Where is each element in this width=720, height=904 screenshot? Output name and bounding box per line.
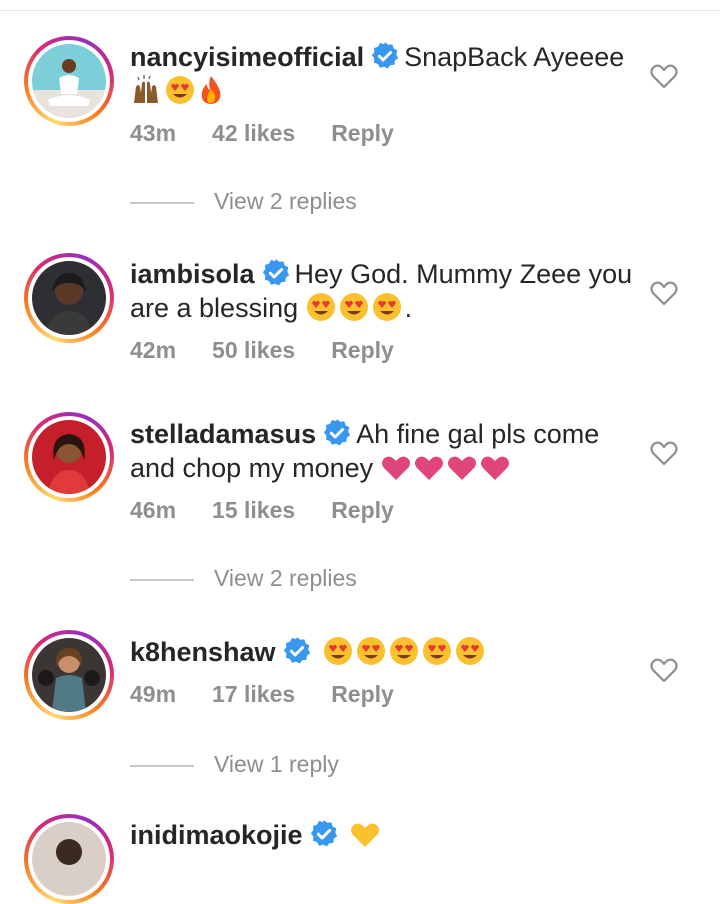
likes-count[interactable]: 15 likes — [212, 497, 295, 523]
comment-meta: 49m 17 likes Reply — [130, 681, 430, 708]
heart-eyes-emoji — [324, 637, 353, 665]
pink-heart-emoji — [447, 456, 476, 480]
view-replies-label: View 1 reply — [214, 751, 339, 777]
pink-heart-emoji — [414, 456, 443, 480]
verified-badge-icon — [323, 419, 351, 446]
likes-count[interactable]: 42 likes — [212, 120, 295, 146]
heart-eyes-emoji — [456, 637, 485, 665]
view-replies-label: View 2 replies — [214, 188, 357, 214]
comment-suffix: . — [404, 293, 413, 323]
comment-text: inidimaokojie — [130, 818, 640, 852]
view-replies-button[interactable]: View 2 replies — [130, 188, 357, 215]
comment-time: 49m — [130, 681, 177, 707]
divider-dash — [130, 764, 194, 767]
view-replies-button[interactable]: View 2 replies — [130, 565, 357, 592]
reply-button[interactable]: Reply — [331, 337, 394, 363]
reply-button[interactable]: Reply — [331, 681, 394, 707]
username[interactable]: iambisola — [130, 259, 255, 289]
username[interactable]: stelladamasus — [130, 419, 316, 449]
comment-body: SnapBack Ayeeee — [404, 42, 625, 72]
avatar[interactable] — [24, 412, 114, 502]
heart-eyes-emoji — [339, 293, 368, 321]
comment-meta: 43m 42 likes Reply — [130, 120, 430, 147]
comment-text: nancyisimeofficial SnapBack Ayeeee — [130, 40, 640, 108]
reply-button[interactable]: Reply — [331, 120, 394, 146]
username[interactable]: inidimaokojie — [130, 820, 303, 850]
comment-meta: 42m 50 likes Reply — [130, 337, 430, 364]
top-divider — [0, 10, 720, 11]
reply-button[interactable]: Reply — [331, 497, 394, 523]
heart-outline-icon[interactable] — [650, 657, 678, 683]
verified-badge-icon — [262, 259, 289, 286]
heart-outline-icon[interactable] — [650, 63, 678, 89]
heart-eyes-emoji — [166, 76, 194, 104]
yellow-heart-emoji — [351, 823, 380, 847]
heart-outline-icon[interactable] — [650, 440, 678, 466]
heart-eyes-emoji — [423, 637, 452, 665]
raised-hands-emoji — [134, 75, 158, 103]
comment-text: k8henshaw — [130, 635, 640, 669]
divider-dash — [130, 201, 194, 204]
avatar[interactable] — [24, 253, 114, 343]
avatar[interactable] — [24, 630, 114, 720]
verified-badge-icon — [283, 637, 310, 664]
username[interactable]: nancyisimeofficial — [130, 42, 364, 72]
username[interactable]: k8henshaw — [130, 637, 276, 667]
comment-time: 42m — [130, 337, 177, 363]
view-replies-button[interactable]: View 1 reply — [130, 751, 339, 778]
avatar[interactable] — [24, 814, 114, 904]
likes-count[interactable]: 17 likes — [212, 681, 295, 707]
fire-emoji — [201, 76, 221, 104]
comment-text: stelladamasus Ah fine gal pls come and ch… — [130, 417, 640, 485]
avatar[interactable] — [24, 36, 114, 126]
heart-eyes-emoji — [357, 637, 386, 665]
view-replies-label: View 2 replies — [214, 565, 357, 591]
likes-count[interactable]: 50 likes — [212, 337, 295, 363]
heart-eyes-emoji — [372, 293, 401, 321]
comment-time: 43m — [130, 120, 177, 146]
pink-heart-emoji — [381, 456, 410, 480]
heart-eyes-emoji — [390, 637, 419, 665]
divider-dash — [130, 578, 194, 581]
comment-text: iambisola Hey God. Mummy Zeee you are a b… — [130, 257, 640, 325]
pink-heart-emoji — [480, 456, 509, 480]
heart-outline-icon[interactable] — [650, 280, 678, 306]
verified-badge-icon — [310, 820, 337, 847]
heart-eyes-emoji — [306, 293, 335, 321]
comment-time: 46m — [130, 497, 177, 523]
verified-badge-icon — [371, 42, 399, 69]
comment-meta: 46m 15 likes Reply — [130, 497, 430, 524]
